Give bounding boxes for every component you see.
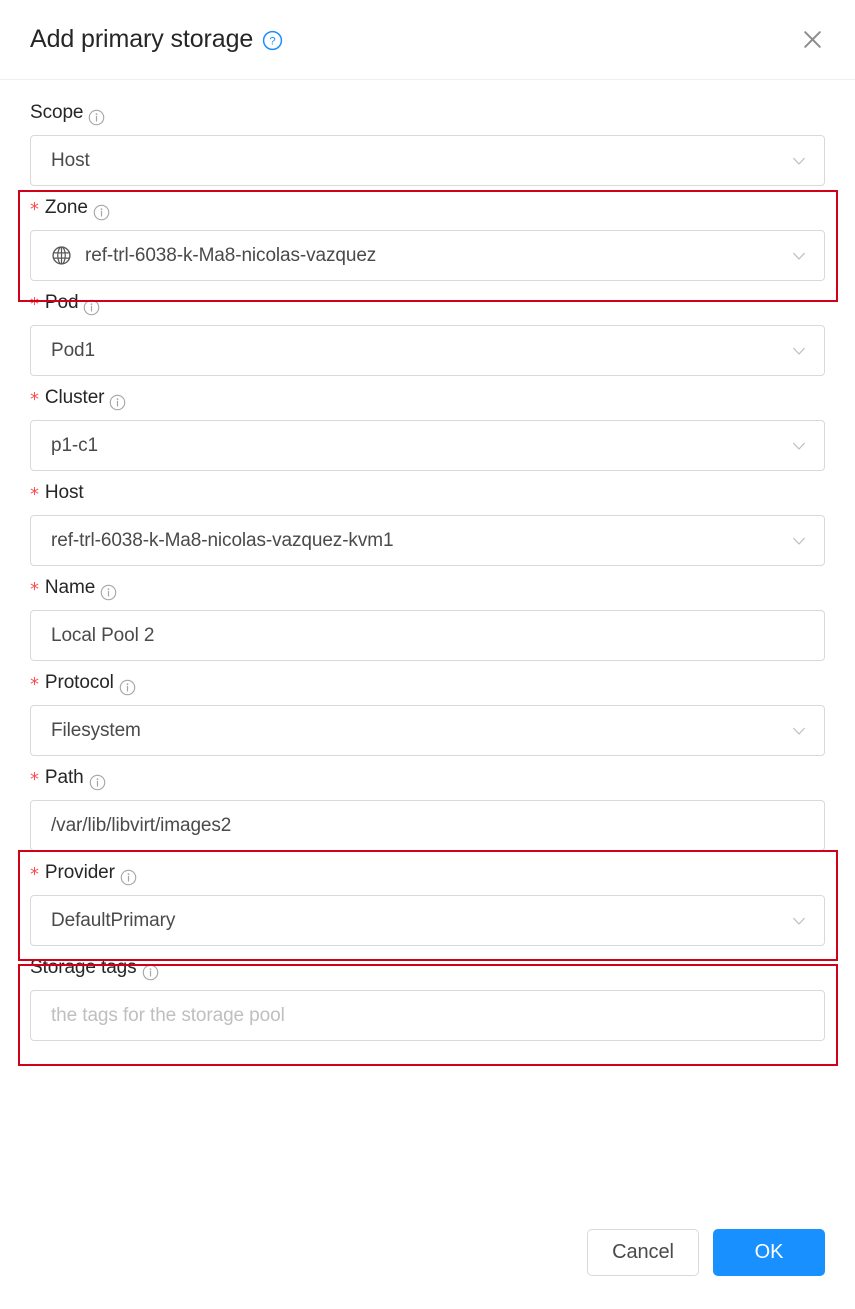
field-name: * Name Local Pool 2 xyxy=(30,573,825,661)
ok-button[interactable]: OK xyxy=(713,1228,825,1276)
info-circle-icon[interactable] xyxy=(142,961,159,980)
field-protocol: * Protocol Filesystem xyxy=(30,668,825,756)
name-input[interactable]: Local Pool 2 xyxy=(30,610,825,661)
question-circle-icon[interactable]: ? xyxy=(262,29,283,51)
label-text: Storage tags xyxy=(30,957,137,978)
field-storage-tags: Storage tags the tags for the storage po… xyxy=(30,953,825,1041)
label-text: Cluster xyxy=(44,387,105,408)
label-text: Host xyxy=(44,482,84,503)
storage-tags-placeholder: the tags for the storage pool xyxy=(51,1004,285,1026)
required-asterisk: * xyxy=(30,199,39,220)
required-asterisk: * xyxy=(30,484,39,505)
name-value: Local Pool 2 xyxy=(51,624,155,646)
field-label-cluster: * Cluster xyxy=(30,383,825,413)
chevron-down-icon xyxy=(790,722,808,740)
required-asterisk: * xyxy=(30,864,39,885)
field-zone: * Zone ref-trl-6038-k-Ma8-nicolas-vazque… xyxy=(30,193,825,281)
dialog-title-text: Add primary storage xyxy=(30,25,254,53)
field-label-host: * Host xyxy=(30,478,825,508)
info-circle-icon[interactable] xyxy=(89,771,106,790)
info-circle-icon[interactable] xyxy=(100,581,117,600)
field-pod: * Pod Pod1 xyxy=(30,288,825,376)
dialog-footer: Cancel OK xyxy=(0,1221,855,1309)
pod-value: Pod1 xyxy=(51,339,95,361)
info-circle-icon[interactable] xyxy=(120,866,137,885)
protocol-value: Filesystem xyxy=(51,719,141,741)
cluster-value: p1-c1 xyxy=(51,434,99,456)
field-label-protocol: * Protocol xyxy=(30,668,825,698)
add-primary-storage-dialog: Add primary storage? Scope Host * Zone r… xyxy=(0,0,855,1309)
chevron-down-icon xyxy=(790,152,808,170)
info-circle-icon[interactable] xyxy=(119,676,136,695)
field-label-provider: * Provider xyxy=(30,858,825,888)
info-circle-icon[interactable] xyxy=(93,201,110,220)
close-icon[interactable] xyxy=(795,23,829,57)
host-value: ref-trl-6038-k-Ma8-nicolas-vazquez-kvm1 xyxy=(51,529,394,551)
label-text: Scope xyxy=(30,102,84,123)
label-text: Protocol xyxy=(44,672,114,693)
chevron-down-icon xyxy=(790,342,808,360)
scope-value: Host xyxy=(51,149,90,171)
provider-select[interactable]: DefaultPrimary xyxy=(30,895,825,946)
zone-value: ref-trl-6038-k-Ma8-nicolas-vazquez xyxy=(85,244,377,266)
label-text: Name xyxy=(44,577,96,598)
label-text: Zone xyxy=(44,197,88,218)
field-path: * Path /var/lib/libvirt/images2 xyxy=(30,763,825,851)
path-value: /var/lib/libvirt/images2 xyxy=(51,814,232,836)
dialog-body: Scope Host * Zone ref-trl-6038-k-Ma8-nic… xyxy=(0,80,855,1066)
required-asterisk: * xyxy=(30,769,39,790)
field-label-scope: Scope xyxy=(30,98,825,128)
chevron-down-icon xyxy=(790,247,808,265)
host-select[interactable]: ref-trl-6038-k-Ma8-nicolas-vazquez-kvm1 xyxy=(30,515,825,566)
chevron-down-icon xyxy=(790,532,808,550)
chevron-down-icon xyxy=(790,912,808,930)
pod-select[interactable]: Pod1 xyxy=(30,325,825,376)
required-asterisk: * xyxy=(30,294,39,315)
provider-value: DefaultPrimary xyxy=(51,909,176,931)
info-circle-icon[interactable] xyxy=(109,391,126,410)
label-text: Provider xyxy=(44,862,115,883)
page-title: Add primary storage? xyxy=(30,25,283,54)
field-label-storage-tags: Storage tags xyxy=(30,953,825,983)
scope-select[interactable]: Host xyxy=(30,135,825,186)
info-circle-icon[interactable] xyxy=(83,296,100,315)
field-scope: Scope Host xyxy=(30,98,825,186)
field-label-path: * Path xyxy=(30,763,825,793)
cancel-button[interactable]: Cancel xyxy=(587,1228,699,1276)
required-asterisk: * xyxy=(30,389,39,410)
globe-icon xyxy=(51,245,72,266)
field-label-name: * Name xyxy=(30,573,825,603)
storage-tags-input[interactable]: the tags for the storage pool xyxy=(30,990,825,1041)
field-label-zone: * Zone xyxy=(30,193,825,223)
chevron-down-icon xyxy=(790,437,808,455)
field-host: * Host ref-trl-6038-k-Ma8-nicolas-vazque… xyxy=(30,478,825,566)
path-input[interactable]: /var/lib/libvirt/images2 xyxy=(30,800,825,851)
protocol-select[interactable]: Filesystem xyxy=(30,705,825,756)
svg-text:?: ? xyxy=(270,35,276,47)
cluster-select[interactable]: p1-c1 xyxy=(30,420,825,471)
field-cluster: * Cluster p1-c1 xyxy=(30,383,825,471)
label-text: Pod xyxy=(44,292,79,313)
field-provider: * Provider DefaultPrimary xyxy=(30,858,825,946)
info-circle-icon[interactable] xyxy=(88,106,105,125)
label-text: Path xyxy=(44,767,84,788)
required-asterisk: * xyxy=(30,579,39,600)
required-asterisk: * xyxy=(30,674,39,695)
dialog-header: Add primary storage? xyxy=(0,0,855,80)
zone-select[interactable]: ref-trl-6038-k-Ma8-nicolas-vazquez xyxy=(30,230,825,281)
field-label-pod: * Pod xyxy=(30,288,825,318)
